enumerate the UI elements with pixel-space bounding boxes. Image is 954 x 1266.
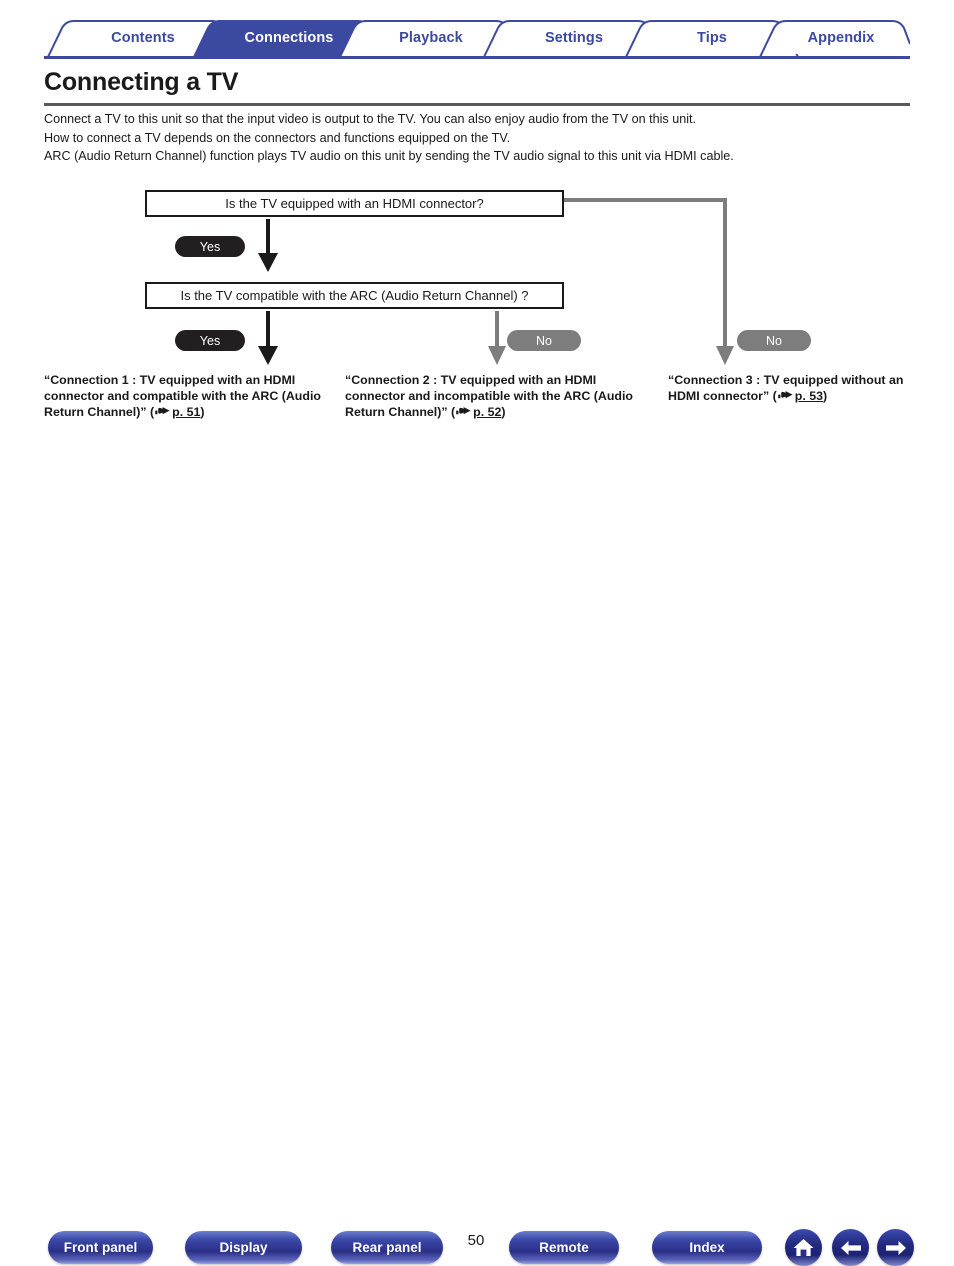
tab-label: Appendix	[807, 29, 875, 46]
flowchart-question-1: Is the TV equipped with an HDMI connecto…	[145, 190, 564, 217]
next-page-button[interactable]	[877, 1229, 914, 1266]
badge-label: Yes	[199, 333, 221, 348]
paren-close: )	[823, 388, 828, 403]
pointing-hand-icon	[456, 406, 471, 414]
pointing-hand-icon	[155, 406, 170, 414]
tab-appendix[interactable]: Appendix	[758, 18, 924, 57]
paren-close: )	[200, 404, 205, 419]
title-divider	[44, 103, 910, 106]
badge-label: Yes	[199, 239, 221, 254]
result-link-3[interactable]: “Connection 3 : TV equipped without an H…	[668, 373, 918, 405]
arrow-left-icon	[840, 1240, 861, 1255]
badge-yes-1: Yes	[175, 236, 245, 257]
button-label: Front panel	[63, 1240, 138, 1255]
button-label: Remote	[539, 1240, 589, 1255]
arrow-right-icon	[885, 1240, 906, 1255]
badge-no-1: No	[507, 330, 581, 351]
arrowhead-no-2	[716, 346, 734, 365]
arrowhead-yes-1	[258, 253, 278, 272]
page-reference-2[interactable]: p. 52)	[455, 404, 506, 419]
tab-label: Connections	[244, 29, 334, 46]
page-title: Connecting a TV	[44, 68, 239, 96]
result-link-2[interactable]: “Connection 2 : TV equipped with an HDMI…	[345, 373, 657, 420]
flowchart-connectors	[258, 198, 734, 365]
question-text: Is the TV equipped with an HDMI connecto…	[225, 196, 484, 211]
result-link-1[interactable]: “Connection 1 : TV equipped with an HDMI…	[44, 373, 344, 420]
tab-label: Contents	[111, 29, 175, 46]
tab-label: Settings	[545, 29, 603, 46]
footer-navigation: Front panel Display Rear panel 50 Remote…	[0, 612, 954, 1266]
index-button[interactable]: Index	[652, 1231, 762, 1264]
question-text: Is the TV compatible with the ARC (Audio…	[180, 288, 529, 303]
front-panel-button[interactable]: Front panel	[48, 1231, 153, 1264]
intro-line-2: How to connect a TV depends on the conne…	[44, 130, 511, 145]
arrowhead-yes-2	[258, 346, 278, 365]
page-number-ref: p. 53	[794, 388, 824, 403]
badge-label: No	[536, 333, 552, 348]
tab-bar: Contents Connections Playback Settings T…	[44, 18, 910, 59]
badge-label: No	[766, 333, 782, 348]
home-icon	[793, 1239, 814, 1256]
page-number-ref: p. 51	[172, 404, 201, 419]
intro-line-1: Connect a TV to this unit so that the in…	[44, 112, 697, 126]
button-label: Index	[689, 1240, 725, 1255]
previous-page-button[interactable]	[832, 1229, 869, 1266]
button-label: Rear panel	[352, 1240, 422, 1255]
tab-label: Playback	[399, 29, 463, 46]
flowchart-question-2: Is the TV compatible with the ARC (Audio…	[145, 282, 564, 309]
paren-close: )	[501, 404, 506, 419]
page-reference-3[interactable]: p. 53)	[777, 389, 827, 403]
remote-button[interactable]: Remote	[509, 1231, 619, 1264]
pointing-hand-icon	[777, 390, 793, 398]
rear-panel-button[interactable]: Rear panel	[331, 1231, 443, 1264]
display-button[interactable]: Display	[185, 1231, 302, 1264]
page-number: 50	[467, 1232, 485, 1249]
badge-no-2: No	[737, 330, 811, 351]
button-label: Display	[219, 1240, 268, 1255]
intro-paragraph: Connect a TV to this unit so that the in…	[44, 111, 924, 167]
page-number-ref: p. 52	[473, 404, 502, 419]
page-reference-1[interactable]: p. 51)	[154, 404, 205, 419]
arrowhead-no-1	[488, 346, 506, 365]
connector-no-2	[564, 198, 727, 348]
tab-label: Tips	[697, 29, 727, 46]
home-button[interactable]	[785, 1229, 822, 1266]
badge-yes-2: Yes	[175, 330, 245, 351]
intro-line-3: ARC (Audio Return Channel) function play…	[44, 149, 734, 163]
